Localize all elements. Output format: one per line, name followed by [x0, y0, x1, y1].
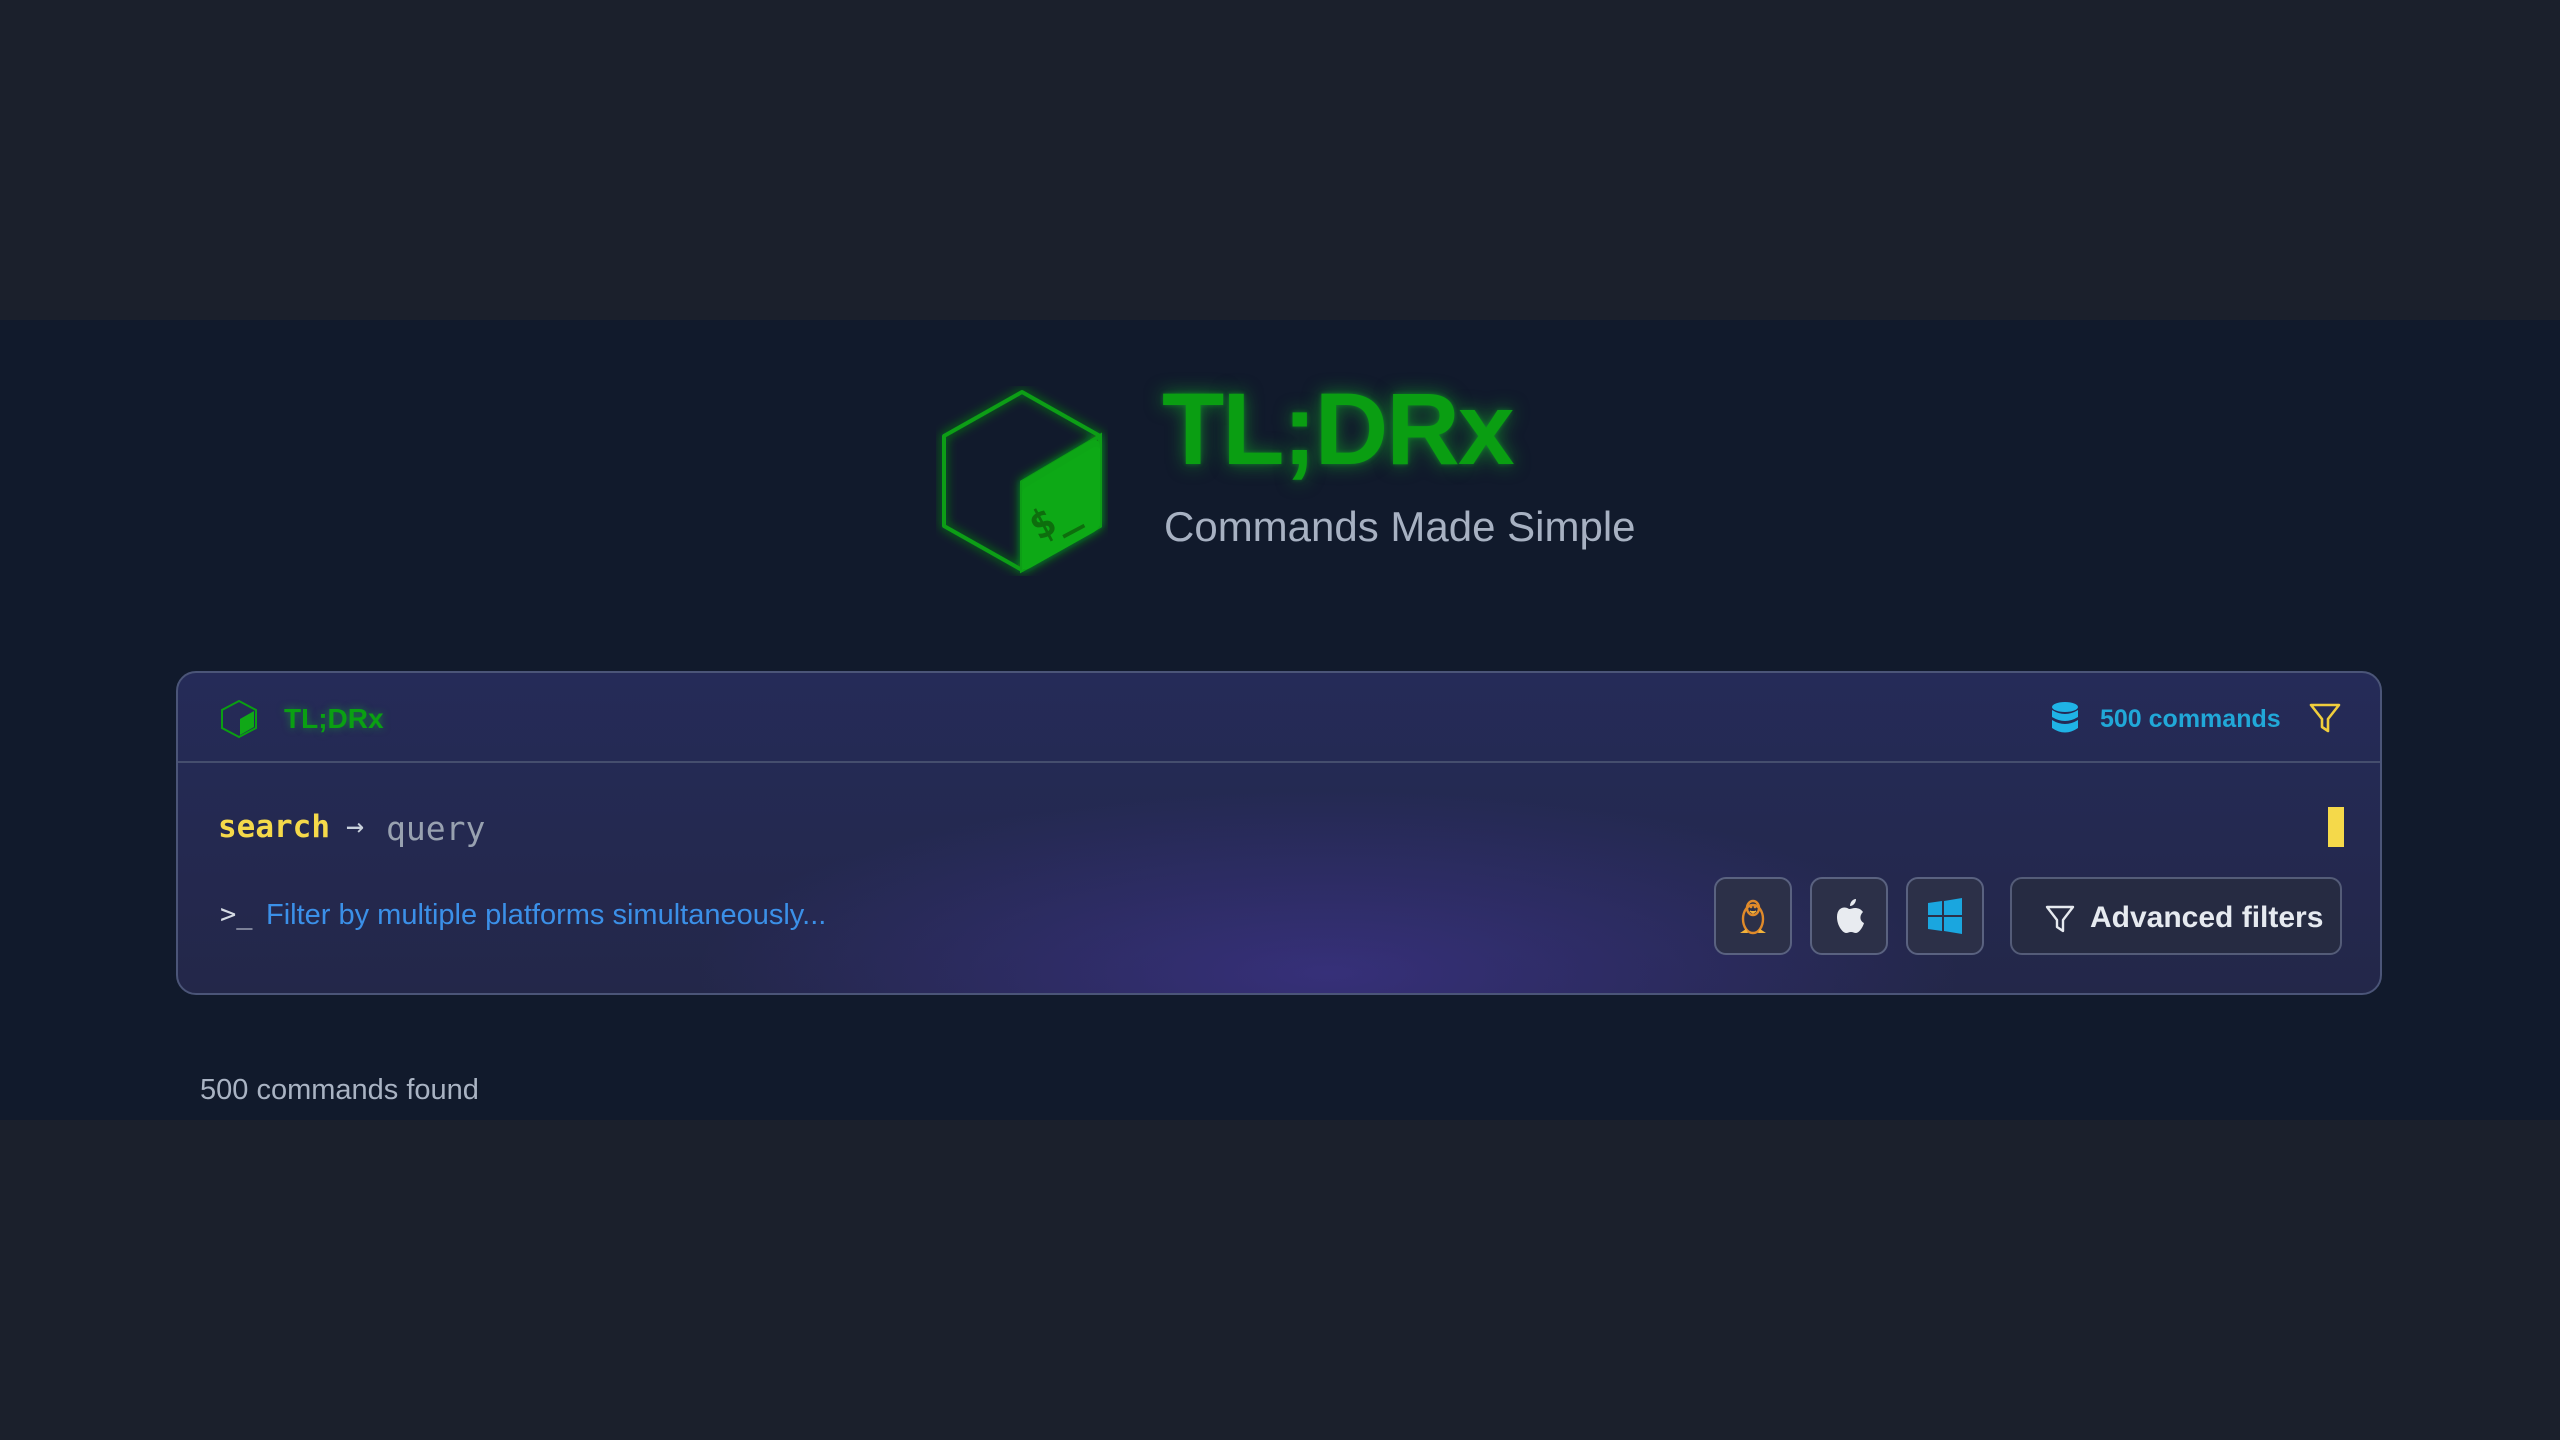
arrow-icon: →	[346, 809, 365, 844]
card-brand-title: TL;DRx	[284, 703, 384, 734]
search-keyword: search	[218, 809, 330, 845]
search-card: TL;DRx 500 commands search → >_ Filter b…	[176, 671, 2382, 995]
bash-cube-logo-icon: $_	[942, 390, 1102, 574]
platform-linux-button[interactable]	[1714, 877, 1792, 955]
advanced-filters-button[interactable]: Advanced filters	[2010, 877, 2342, 955]
platform-windows-button[interactable]	[1906, 877, 1984, 955]
command-count-badge: 500 commands	[2100, 705, 2281, 733]
search-hint: Filter by multiple platforms simultaneou…	[266, 899, 827, 931]
linux-tux-icon	[1740, 899, 1766, 935]
search-row: search →	[218, 805, 2338, 851]
results-count: 500 commands found	[200, 1074, 479, 1106]
card-header: TL;DRx 500 commands	[178, 673, 2380, 763]
database-icon	[2052, 702, 2078, 733]
page-subtitle: Commands Made Simple	[1164, 503, 1636, 550]
advanced-filters-label: Advanced filters	[2090, 901, 2324, 934]
page-title: TL;DRx	[1162, 372, 1515, 486]
platform-macos-button[interactable]	[1810, 877, 1888, 955]
apple-icon	[1837, 899, 1864, 933]
terminal-prompt-icon: >_	[220, 899, 253, 930]
bash-cube-logo-icon	[221, 699, 257, 739]
funnel-icon[interactable]	[2308, 701, 2342, 735]
windows-icon	[1928, 898, 1962, 934]
search-input[interactable]	[384, 805, 2288, 851]
terminal-cursor	[2328, 807, 2344, 847]
funnel-icon	[2045, 905, 2075, 933]
